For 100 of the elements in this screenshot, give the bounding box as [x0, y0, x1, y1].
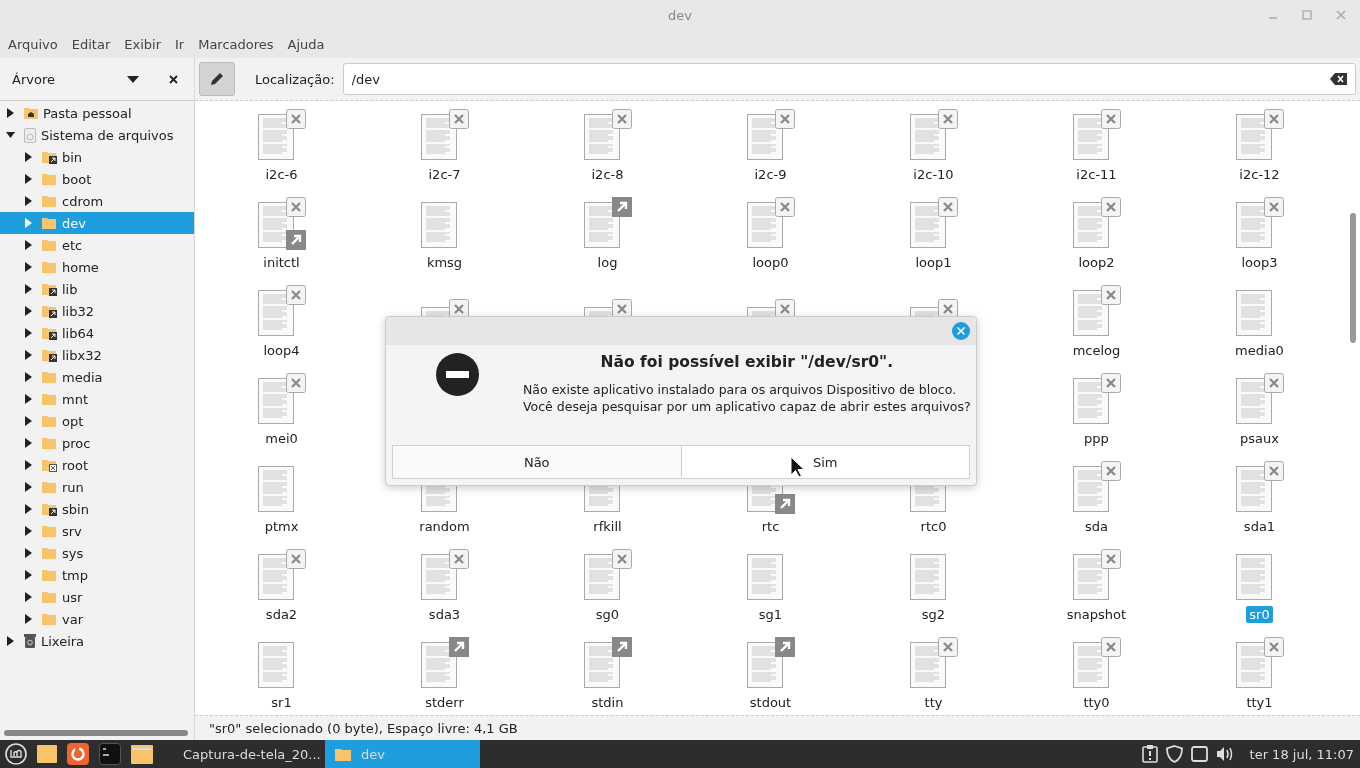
document-icon[interactable] [746, 554, 783, 600]
dialog-button[interactable]: Não [392, 445, 682, 479]
tree-item[interactable]: root [0, 454, 194, 476]
document-icon[interactable] [746, 642, 783, 688]
expand-icon[interactable] [24, 526, 33, 536]
clipboard-alert-icon[interactable] [1141, 745, 1158, 763]
document-icon[interactable] [257, 114, 294, 160]
taskbar-window-button[interactable]: Captura-de-tela_20... [163, 740, 325, 768]
tree-item[interactable]: home [0, 256, 194, 278]
file-name[interactable]: i2c-8 [588, 166, 627, 183]
expand-icon[interactable] [24, 592, 33, 602]
document-icon[interactable] [1072, 642, 1109, 688]
terminal-icon[interactable] [99, 743, 121, 765]
file-name[interactable]: mcelog [1069, 342, 1124, 359]
tree-item[interactable]: etc [0, 234, 194, 256]
expand-icon[interactable] [24, 504, 33, 514]
expand-icon[interactable] [24, 482, 33, 492]
menu-item[interactable]: Exibir [124, 36, 161, 52]
document-icon[interactable] [1072, 554, 1109, 600]
document-icon[interactable] [583, 642, 620, 688]
browser-icon[interactable] [67, 743, 89, 765]
expand-icon[interactable] [24, 284, 33, 294]
document-icon[interactable] [420, 642, 457, 688]
tree-item[interactable]: lib64 [0, 322, 194, 344]
menu-item[interactable]: Ir [175, 36, 185, 52]
scrollbar-thumb[interactable] [1350, 213, 1356, 343]
menu-item[interactable]: Marcadores [198, 36, 274, 52]
tree-item[interactable]: usr [0, 586, 194, 608]
tree-item[interactable]: tmp [0, 564, 194, 586]
tree-item[interactable]: var [0, 608, 194, 630]
tree-item[interactable]: run [0, 476, 194, 498]
collapse-icon[interactable] [6, 130, 15, 140]
tree-item[interactable]: proc [0, 432, 194, 454]
expand-icon[interactable] [24, 240, 33, 250]
tree-item[interactable]: sbin [0, 498, 194, 520]
document-icon[interactable] [1072, 202, 1109, 248]
file-name[interactable]: random [416, 518, 473, 535]
expand-icon[interactable] [24, 614, 33, 624]
document-icon[interactable] [1235, 378, 1272, 424]
document-icon[interactable] [257, 642, 294, 688]
file-name[interactable]: psaux [1237, 430, 1282, 447]
tree-item[interactable]: boot [0, 168, 194, 190]
document-icon[interactable] [257, 290, 294, 336]
file-name[interactable]: loop0 [749, 254, 792, 271]
tree-item[interactable]: libx32 [0, 344, 194, 366]
file-name[interactable]: stdin [588, 694, 627, 711]
document-icon[interactable] [909, 202, 946, 248]
window-icon[interactable] [1190, 746, 1208, 762]
file-name[interactable]: log [594, 254, 621, 271]
document-icon[interactable] [257, 554, 294, 600]
file-name[interactable]: i2c-12 [1236, 166, 1283, 183]
scrollbar-thumb[interactable] [4, 730, 188, 736]
maximize-icon[interactable] [1302, 10, 1312, 20]
document-icon[interactable] [746, 202, 783, 248]
file-name[interactable]: sda2 [262, 606, 301, 623]
expand-icon[interactable] [24, 570, 33, 580]
file-name[interactable]: i2c-7 [425, 166, 464, 183]
file-name[interactable]: sg2 [918, 606, 949, 623]
expand-icon[interactable] [24, 174, 33, 184]
file-name[interactable]: kmsg [423, 254, 466, 271]
document-icon[interactable] [420, 554, 457, 600]
file-name[interactable]: i2c-9 [751, 166, 790, 183]
file-name[interactable]: i2c-10 [910, 166, 957, 183]
file-name[interactable]: ppp [1081, 430, 1112, 447]
document-icon[interactable] [1235, 466, 1272, 512]
file-name[interactable]: mei0 [262, 430, 301, 447]
clear-icon[interactable] [1330, 73, 1347, 85]
tree-item[interactable]: cdrom [0, 190, 194, 212]
file-name[interactable]: initctl [260, 254, 303, 271]
file-name[interactable]: rtc [758, 518, 783, 535]
document-icon[interactable] [583, 114, 620, 160]
file-name[interactable]: stderr [422, 694, 467, 711]
document-icon[interactable] [1072, 114, 1109, 160]
expand-icon[interactable] [24, 372, 33, 382]
expand-icon[interactable] [24, 306, 33, 316]
tree-item[interactable]: Pasta pessoal [0, 102, 194, 124]
file-name[interactable]: loop4 [260, 342, 303, 359]
dialog-button[interactable]: Sim [681, 445, 970, 479]
volume-icon[interactable] [1215, 746, 1234, 762]
expand-icon[interactable] [24, 262, 33, 272]
expand-icon[interactable] [24, 196, 33, 206]
document-icon[interactable] [1235, 642, 1272, 688]
expand-icon[interactable] [24, 350, 33, 360]
file-name[interactable]: tty1 [1243, 694, 1276, 711]
document-icon[interactable] [1235, 202, 1272, 248]
expand-icon[interactable] [24, 152, 33, 162]
tree-item[interactable]: lib [0, 278, 194, 300]
file-name[interactable]: sda [1082, 518, 1111, 535]
edit-button[interactable] [199, 62, 235, 96]
clock[interactable]: ter 18 jul, 11:07 [1249, 746, 1354, 762]
file-name[interactable]: tty [921, 694, 946, 711]
tree-item[interactable]: lib32 [0, 300, 194, 322]
document-icon[interactable] [420, 114, 457, 160]
file-name[interactable]: i2c-6 [262, 166, 301, 183]
document-icon[interactable] [909, 642, 946, 688]
tree-item[interactable]: srv [0, 520, 194, 542]
file-name[interactable]: tty0 [1080, 694, 1113, 711]
file-name[interactable]: loop3 [1238, 254, 1281, 271]
location-field[interactable]: /dev [342, 63, 1356, 95]
dropdown-icon[interactable] [127, 75, 139, 83]
